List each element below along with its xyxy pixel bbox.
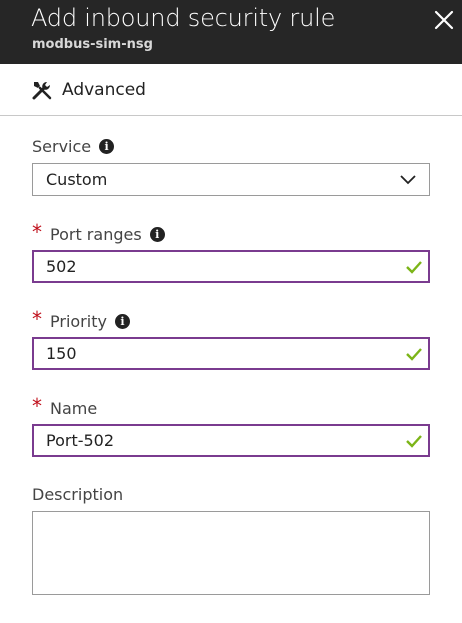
required-marker: * xyxy=(32,220,42,244)
port-ranges-input[interactable] xyxy=(34,252,406,281)
description-input[interactable] xyxy=(33,512,429,594)
priority-input[interactable] xyxy=(34,339,406,368)
service-dropdown-value: Custom xyxy=(46,170,108,189)
priority-label-text: Priority xyxy=(50,311,107,331)
command-bar: Advanced xyxy=(0,64,462,116)
info-icon[interactable]: i xyxy=(114,313,130,329)
info-icon[interactable]: i xyxy=(149,226,165,242)
blade-title: Add inbound security rule xyxy=(31,4,336,32)
checkmark-icon xyxy=(406,261,422,274)
name-label-text: Name xyxy=(50,398,98,418)
checkmark-icon xyxy=(406,348,422,361)
name-field xyxy=(32,424,430,457)
priority-field xyxy=(32,337,430,370)
service-dropdown[interactable]: Custom xyxy=(32,163,430,196)
required-marker: * xyxy=(32,394,42,418)
advanced-label: Advanced xyxy=(62,80,146,100)
blade-subtitle: modbus-sim-nsg xyxy=(32,37,153,52)
description-field xyxy=(32,511,430,595)
description-label: Description xyxy=(32,485,123,504)
required-marker: * xyxy=(32,307,42,331)
name-label: * Name xyxy=(32,394,98,420)
advanced-button[interactable]: Advanced xyxy=(30,76,146,104)
chevron-down-icon xyxy=(400,175,416,185)
info-icon[interactable]: i xyxy=(99,139,115,154)
priority-label: * Priority i xyxy=(32,307,130,333)
name-input[interactable] xyxy=(34,426,406,455)
port-ranges-label-text: Port ranges xyxy=(50,224,142,244)
port-ranges-field xyxy=(32,250,430,283)
description-label-text: Description xyxy=(32,485,124,504)
tools-icon xyxy=(32,82,52,100)
close-icon xyxy=(434,10,454,30)
blade-header: Add inbound security rule modbus-sim-nsg xyxy=(0,0,462,64)
service-label: Service i xyxy=(32,137,115,156)
service-label-text: Service xyxy=(32,137,92,156)
close-button[interactable] xyxy=(432,8,456,32)
port-ranges-label: * Port ranges i xyxy=(32,220,165,246)
checkmark-icon xyxy=(406,435,422,448)
